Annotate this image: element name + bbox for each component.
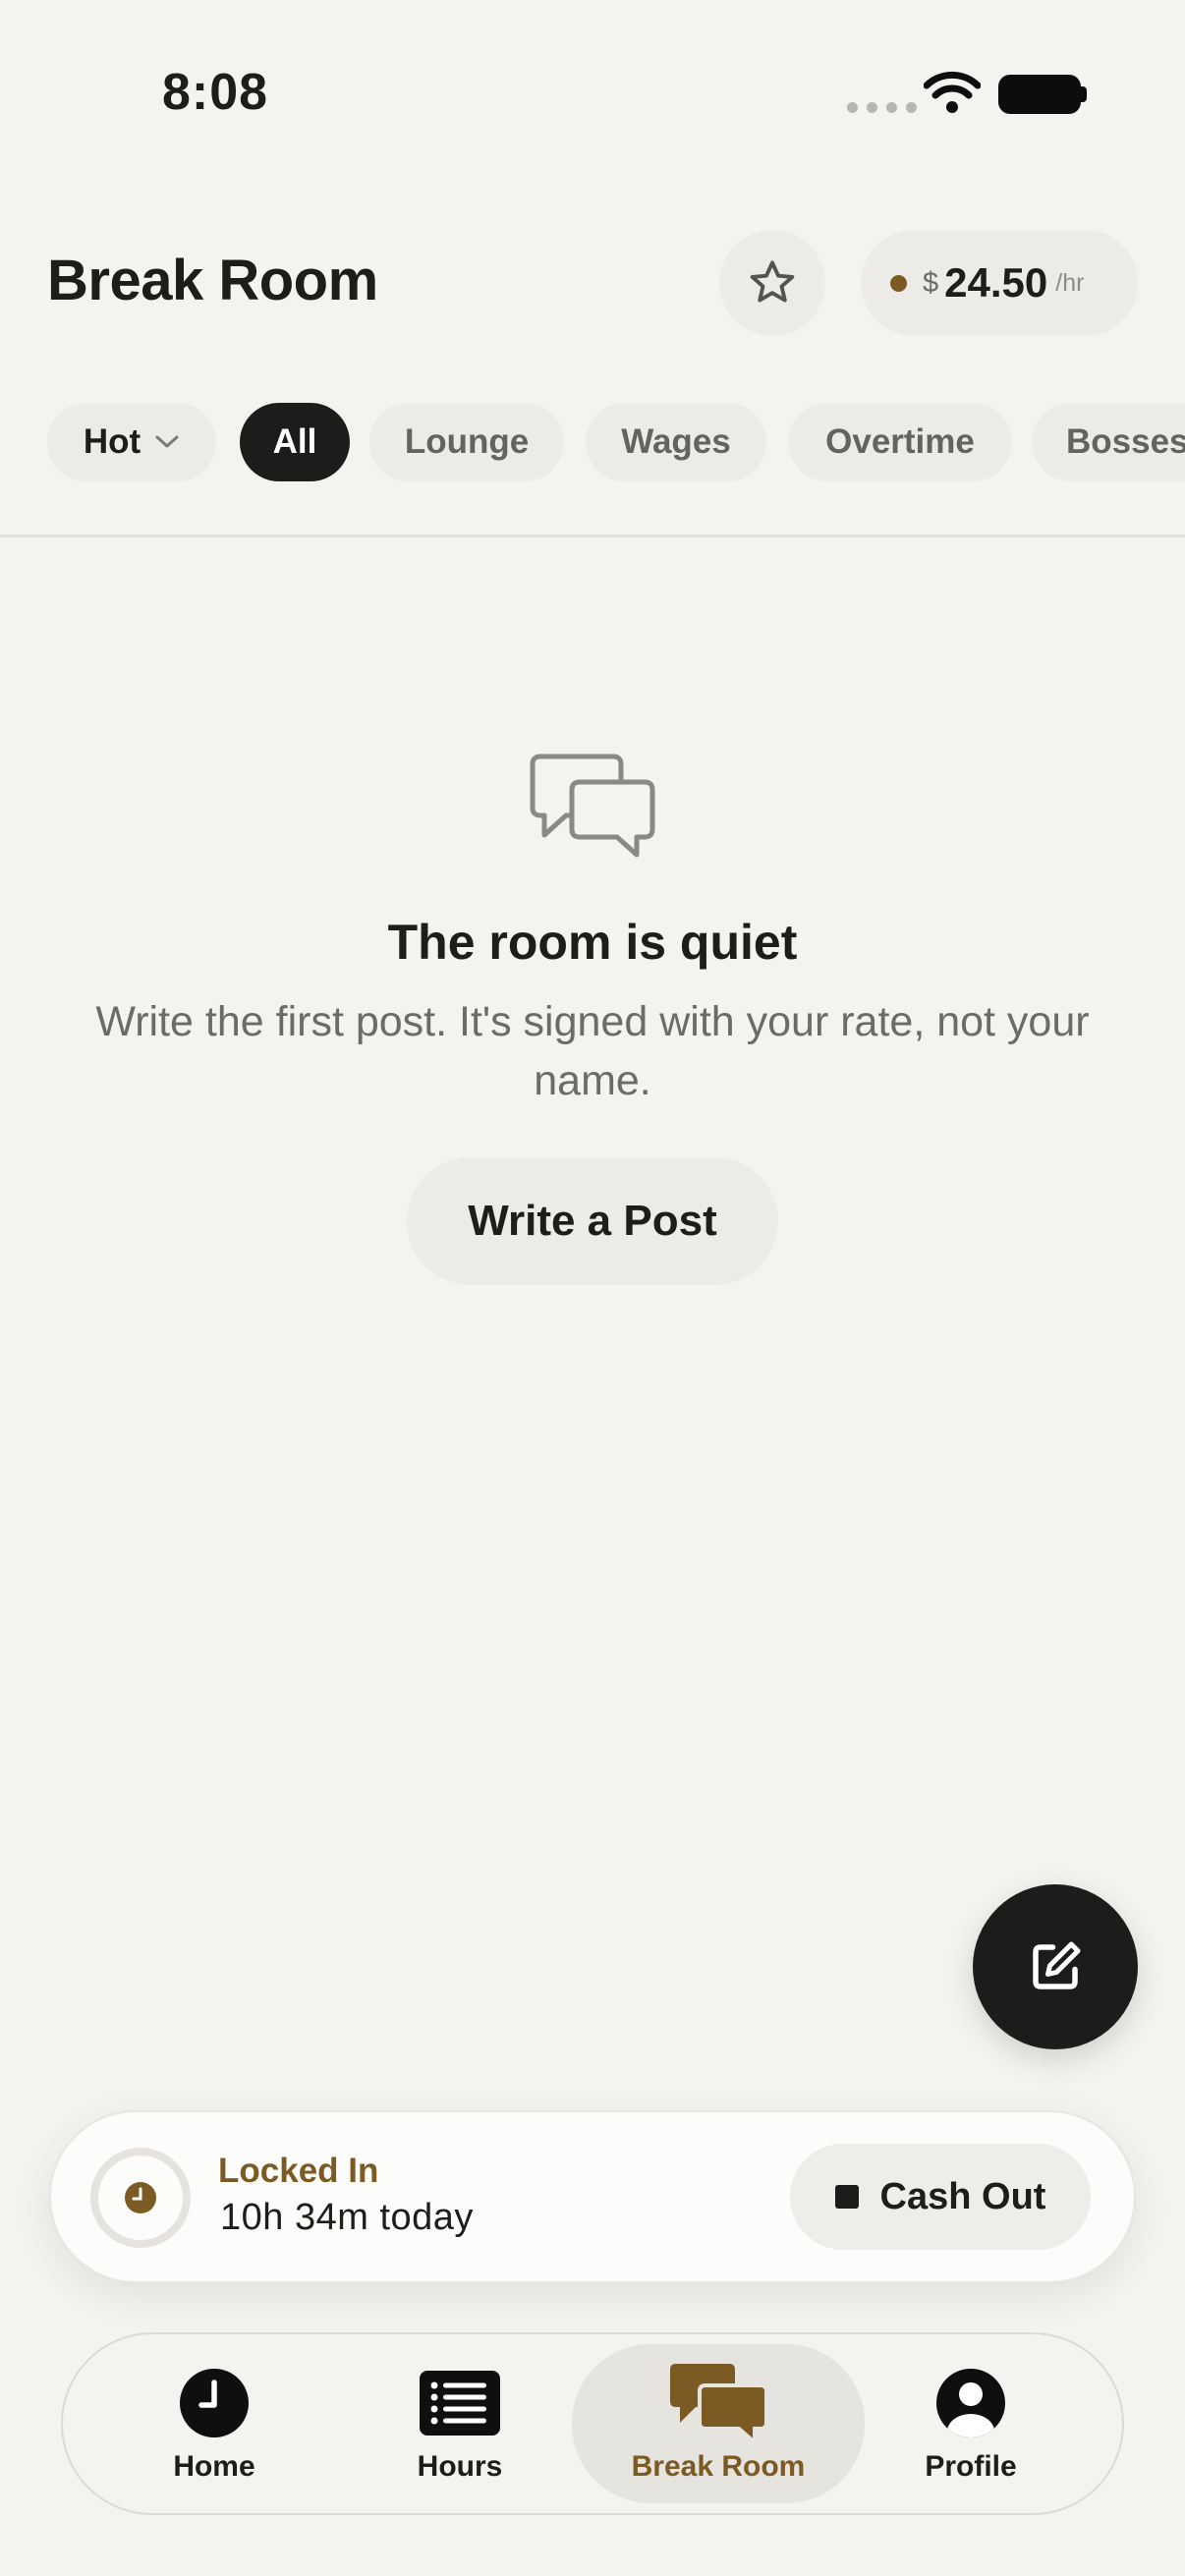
tab-hours[interactable]: Hours xyxy=(377,2344,542,2503)
battery-tip xyxy=(1081,86,1087,102)
filter-chip-row: Hot All Lounge Wages Overtime Bosses xyxy=(0,403,1185,483)
battery-icon xyxy=(998,75,1081,114)
chat-bubbles-icon xyxy=(530,754,655,858)
tab-profile[interactable]: Profile xyxy=(888,2344,1053,2503)
bottom-tab-bar: Home Hours Break Room Profile xyxy=(61,2332,1124,2515)
rate-unit: /hr xyxy=(1055,268,1085,297)
chevron-down-icon xyxy=(155,435,179,448)
rate-amount: 24.50 xyxy=(944,259,1048,306)
app-screen: 8:08 Break Room $ 24.50 /hr Hot All Loun… xyxy=(0,0,1185,2576)
cash-out-button[interactable]: Cash Out xyxy=(790,2144,1091,2250)
compose-fab[interactable] xyxy=(973,1884,1138,2049)
tab-label-profile: Profile xyxy=(925,2450,1017,2483)
header-divider xyxy=(0,534,1185,537)
empty-state-title: The room is quiet xyxy=(387,915,798,970)
clock-icon xyxy=(125,2182,156,2213)
hourly-rate-badge[interactable]: $ 24.50 /hr xyxy=(861,230,1138,336)
tab-label-home: Home xyxy=(173,2450,255,2483)
compose-icon xyxy=(1033,1941,1081,1989)
stop-icon xyxy=(834,2185,859,2209)
status-time: 8:08 xyxy=(162,64,269,121)
write-post-button[interactable]: Write a Post xyxy=(407,1157,778,1285)
shift-status-label: Locked In xyxy=(218,2152,379,2190)
chip-bosses[interactable]: Bosses xyxy=(1032,403,1185,481)
empty-state-description: Write the first post. It's signed with y… xyxy=(95,998,1090,1104)
cash-out-label: Cash Out xyxy=(879,2175,1046,2217)
tab-break-room[interactable]: Break Room xyxy=(572,2344,865,2503)
shift-progress-ring xyxy=(90,2148,191,2248)
list-icon xyxy=(420,2371,500,2436)
sort-label: Hot xyxy=(83,422,141,461)
tab-home[interactable]: Home xyxy=(132,2344,297,2503)
sort-dropdown[interactable]: Hot xyxy=(47,403,216,481)
star-outline-icon xyxy=(750,260,795,303)
chip-all[interactable]: All xyxy=(240,403,350,481)
chip-wages[interactable]: Wages xyxy=(586,403,766,481)
rate-currency: $ xyxy=(923,266,939,299)
cellular-signal-icon xyxy=(847,102,917,113)
chip-lounge[interactable]: Lounge xyxy=(369,403,564,481)
shift-status-bar: Locked In 10h 34m today Cash Out xyxy=(49,2110,1136,2283)
chip-overtime[interactable]: Overtime xyxy=(788,403,1012,481)
clock-icon xyxy=(180,2369,249,2437)
person-icon xyxy=(936,2369,1005,2437)
tab-label-hours: Hours xyxy=(417,2450,503,2483)
favorite-button[interactable] xyxy=(719,230,825,336)
wifi-icon xyxy=(924,71,981,113)
page-title: Break Room xyxy=(47,249,378,312)
chat-bubbles-icon xyxy=(670,2364,768,2444)
shift-duration: 10h 34m today xyxy=(220,2197,474,2238)
rate-status-dot xyxy=(890,274,907,292)
tab-label-break-room: Break Room xyxy=(631,2450,806,2483)
